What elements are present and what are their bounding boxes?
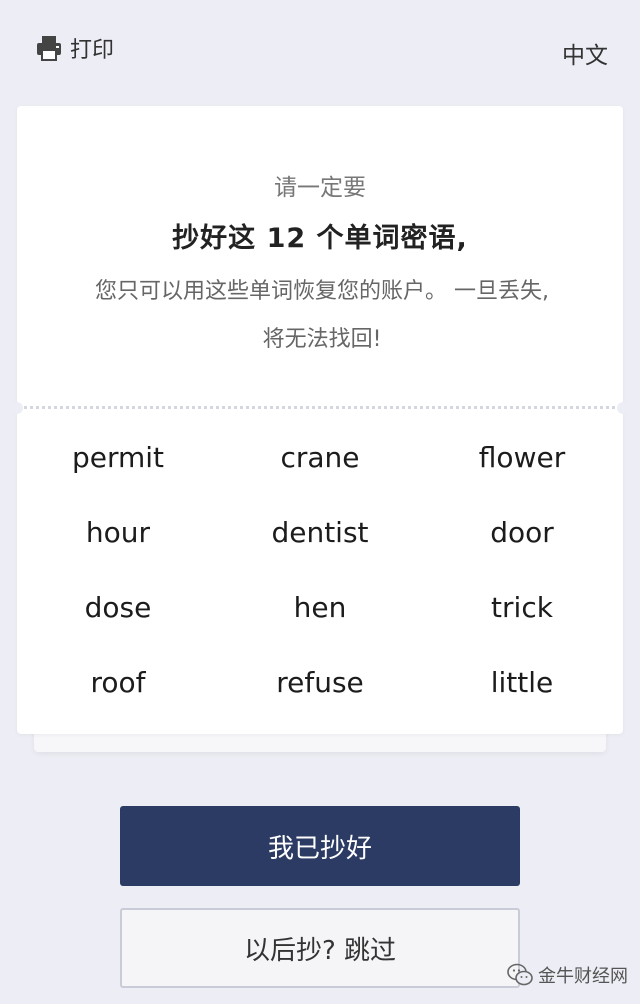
- mnemonic-word: hour: [85, 516, 151, 549]
- card-description: 您只可以用这些单词恢复您的账户。 一旦丢失,将无法找回!: [95, 279, 549, 352]
- mnemonic-word: refuse: [276, 666, 364, 699]
- mnemonic-word: crane: [280, 441, 360, 474]
- mnemonic-word: permit: [71, 441, 165, 474]
- mnemonic-word: door: [490, 516, 554, 549]
- printer-icon: [34, 33, 64, 63]
- card-headline: 抄好这 12 个单词密语,: [172, 223, 468, 254]
- mnemonic-word: hen: [293, 591, 347, 624]
- mnemonic-word: roof: [90, 666, 146, 699]
- card-subtitle: 请一定要: [274, 175, 366, 201]
- top-bar: 打印 中文: [0, 0, 640, 100]
- watermark-text: 金牛财经网: [538, 966, 628, 987]
- mnemonic-word: trick: [491, 591, 553, 624]
- dotted-divider: [17, 406, 623, 410]
- card-header: 请一定要 抄好这 12 个单词密语, 您只可以用这些单词恢复您的账户。 一旦丢失…: [17, 106, 623, 408]
- watermark: 金牛财经网: [506, 960, 628, 990]
- card-notch-right: [617, 402, 629, 414]
- wechat-icon: [506, 961, 534, 989]
- mnemonic-word: dose: [84, 591, 152, 624]
- skip-button[interactable]: 以后抄? 跳过: [120, 908, 520, 988]
- language-switch[interactable]: 中文: [562, 36, 608, 70]
- print-label: 打印: [70, 38, 115, 63]
- mnemonic-word: dentist: [271, 516, 369, 549]
- print-button[interactable]: 打印: [34, 30, 114, 66]
- mnemonic-word: little: [490, 666, 554, 699]
- mnemonic-word-grid: permit crane flower hour dentist door do…: [17, 420, 623, 720]
- mnemonic-word: flower: [478, 441, 566, 474]
- confirm-copied-button[interactable]: 我已抄好: [120, 806, 520, 886]
- card-notch-left: [11, 402, 23, 414]
- mnemonic-card: 请一定要 抄好这 12 个单词密语, 您只可以用这些单词恢复您的账户。 一旦丢失…: [11, 106, 629, 734]
